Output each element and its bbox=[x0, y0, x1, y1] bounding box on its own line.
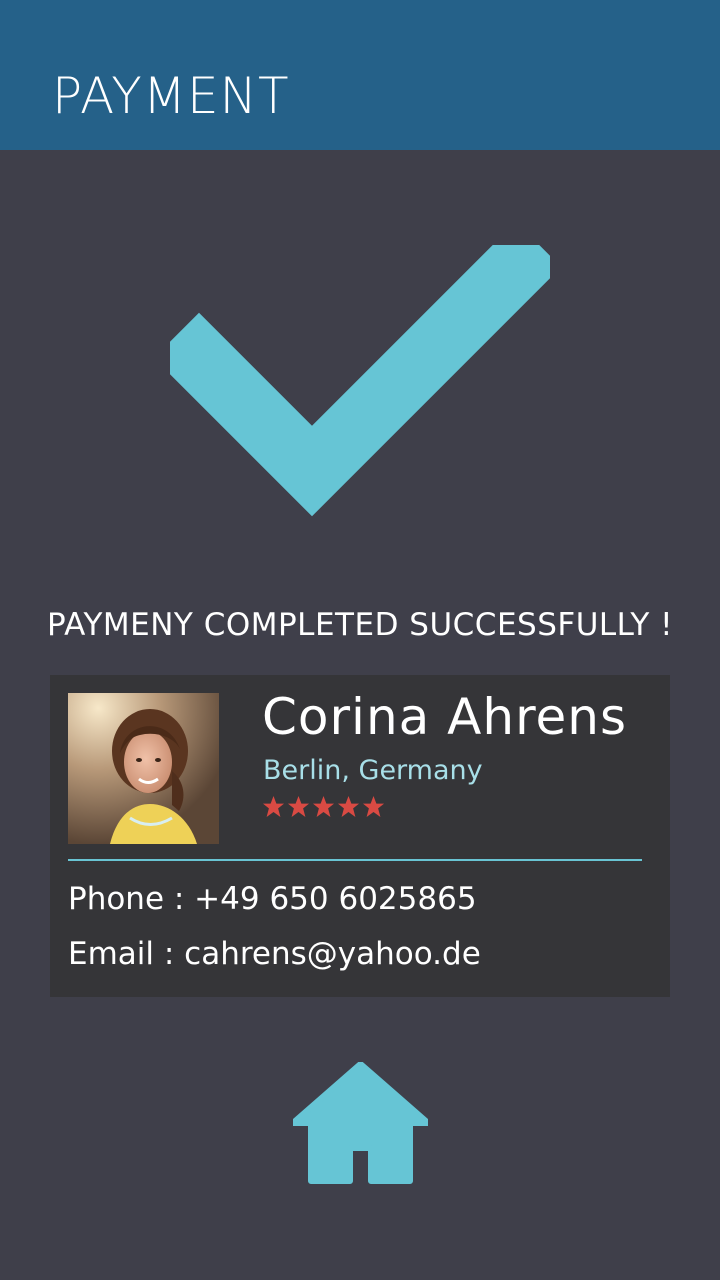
checkmark-icon bbox=[170, 245, 550, 517]
star-icon bbox=[362, 795, 385, 818]
app-header: PAYMENT bbox=[0, 0, 720, 150]
email-contact[interactable]: Email : cahrens@yahoo.de bbox=[68, 932, 481, 976]
star-icon bbox=[287, 795, 310, 818]
payment-status-message: PAYMENY COMPLETED SUCCESSFULLY ! bbox=[46, 607, 674, 643]
phone-contact[interactable]: Phone : +49 650 6025865 bbox=[68, 877, 477, 921]
profile-card: Corina Ahrens Berlin, Germany Phone : +4… bbox=[50, 675, 670, 997]
avatar bbox=[68, 693, 219, 844]
contact-divider bbox=[68, 859, 642, 861]
star-icon bbox=[312, 795, 335, 818]
star-icon bbox=[337, 795, 360, 818]
profile-name: Corina Ahrens bbox=[262, 688, 628, 746]
home-icon[interactable] bbox=[293, 1062, 428, 1184]
rating-stars bbox=[262, 795, 385, 818]
page-title: PAYMENT bbox=[52, 67, 290, 125]
star-icon bbox=[262, 795, 285, 818]
profile-location: Berlin, Germany bbox=[263, 755, 483, 786]
